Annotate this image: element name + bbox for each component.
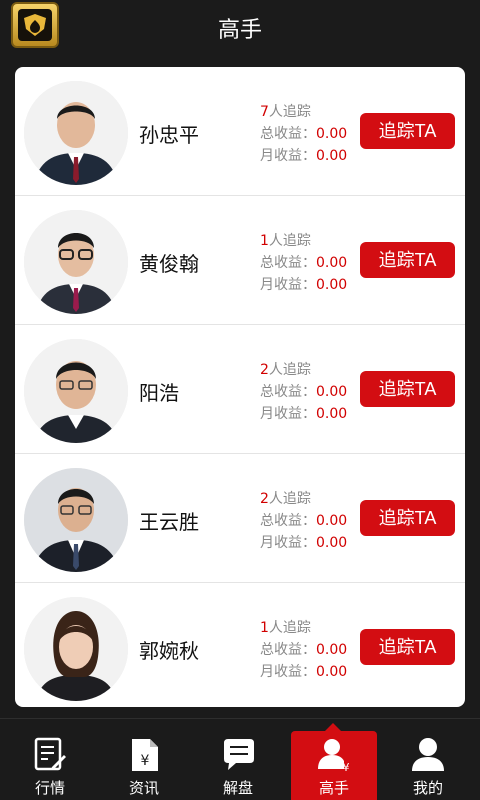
expert-stats: 2人追踪 总收益：0.00 月收益：0.00 xyxy=(260,488,347,554)
follower-count: 2 xyxy=(260,491,269,507)
followers-line: 2人追踪 xyxy=(260,488,347,510)
tab-label: 高手 xyxy=(318,779,349,797)
tab-label: 行情 xyxy=(34,779,65,797)
avatar xyxy=(24,597,128,701)
svg-text:¥: ¥ xyxy=(141,753,150,769)
follow-button[interactable]: 追踪TA xyxy=(360,242,455,278)
total-return-value: 0.00 xyxy=(316,255,348,271)
expert-icon: ¥ xyxy=(318,739,350,773)
expert-row[interactable]: 王云胜 2人追踪 总收益：0.00 月收益：0.00 追踪TA xyxy=(15,454,465,583)
monthly-return-value: 0.00 xyxy=(316,148,348,164)
followers-line: 1人追踪 xyxy=(260,230,347,252)
monthly-return-label: 月收益： xyxy=(260,406,316,422)
total-return-line: 总收益：0.00 xyxy=(260,252,347,274)
follower-count: 7 xyxy=(260,104,269,120)
top-bar: 高手 xyxy=(0,0,480,56)
quotes-icon xyxy=(34,737,66,771)
follower-count: 1 xyxy=(260,233,269,249)
follow-button[interactable]: 追踪TA xyxy=(360,113,455,149)
tab-label: 我的 xyxy=(412,779,443,797)
expert-stats: 2人追踪 总收益：0.00 月收益：0.00 xyxy=(260,359,347,425)
monthly-return-line: 月收益：0.00 xyxy=(260,145,347,167)
expert-name: 阳浩 xyxy=(139,381,179,405)
total-return-value: 0.00 xyxy=(316,513,348,529)
chat-icon xyxy=(224,739,254,770)
expert-list: 孙忠平 7人追踪 总收益：0.00 月收益：0.00 追踪TA 黄俊翰 1人追踪 xyxy=(15,67,465,707)
expert-stats: 1人追踪 总收益：0.00 月收益：0.00 xyxy=(260,230,347,296)
monthly-return-value: 0.00 xyxy=(316,277,348,293)
total-return-label: 总收益： xyxy=(260,513,316,529)
profile-icon xyxy=(412,738,444,771)
expert-stats: 1人追踪 总收益：0.00 月收益：0.00 xyxy=(260,617,347,683)
expert-row[interactable]: 孙忠平 7人追踪 总收益：0.00 月收益：0.00 追踪TA xyxy=(15,67,465,196)
followers-line: 7人追踪 xyxy=(260,101,347,123)
expert-name: 黄俊翰 xyxy=(139,252,199,276)
page-title: 高手 xyxy=(217,18,262,43)
tab-label: 解盘 xyxy=(222,779,253,797)
expert-row[interactable]: 黄俊翰 1人追踪 总收益：0.00 月收益：0.00 追踪TA xyxy=(15,196,465,325)
monthly-return-label: 月收益： xyxy=(260,277,316,293)
monthly-return-value: 0.00 xyxy=(316,535,348,551)
monthly-return-value: 0.00 xyxy=(316,406,348,422)
monthly-return-label: 月收益： xyxy=(260,148,316,164)
followers-suffix: 人追踪 xyxy=(268,620,311,636)
bottom-tab-bar: 行情 ¥ 资讯 解盘 ¥ 高手 我的 xyxy=(0,718,480,800)
followers-line: 1人追踪 xyxy=(260,617,347,639)
expert-stats: 7人追踪 总收益：0.00 月收益：0.00 xyxy=(260,101,347,167)
expert-name: 孙忠平 xyxy=(139,123,199,147)
avatar xyxy=(24,210,128,314)
total-return-line: 总收益：0.00 xyxy=(260,510,347,532)
followers-line: 2人追踪 xyxy=(260,359,347,381)
expert-name: 郭婉秋 xyxy=(139,639,199,663)
followers-suffix: 人追踪 xyxy=(268,362,311,378)
expert-row[interactable]: 阳浩 2人追踪 总收益：0.00 月收益：0.00 追踪TA xyxy=(15,325,465,454)
total-return-value: 0.00 xyxy=(316,642,348,658)
avatar xyxy=(24,81,128,185)
expert-name: 王云胜 xyxy=(139,510,199,534)
tab-label: 资讯 xyxy=(128,779,159,797)
total-return-label: 总收益： xyxy=(260,126,316,142)
total-return-value: 0.00 xyxy=(316,384,348,400)
monthly-return-label: 月收益： xyxy=(260,664,316,680)
follow-button[interactable]: 追踪TA xyxy=(360,371,455,407)
news-icon: ¥ xyxy=(132,739,158,771)
monthly-return-line: 月收益：0.00 xyxy=(260,532,347,554)
tab-analysis[interactable]: 解盘 xyxy=(196,731,280,800)
monthly-return-line: 月收益：0.00 xyxy=(260,403,347,425)
follower-count: 1 xyxy=(260,620,269,636)
total-return-label: 总收益： xyxy=(260,642,316,658)
tab-news[interactable]: ¥ 资讯 xyxy=(102,731,186,800)
followers-suffix: 人追踪 xyxy=(268,233,311,249)
monthly-return-label: 月收益： xyxy=(260,535,316,551)
avatar xyxy=(24,468,128,572)
total-return-line: 总收益：0.00 xyxy=(260,639,347,661)
tab-quotes[interactable]: 行情 xyxy=(8,731,92,800)
monthly-return-line: 月收益：0.00 xyxy=(260,274,347,296)
tab-experts[interactable]: ¥ 高手 xyxy=(291,731,377,800)
total-return-line: 总收益：0.00 xyxy=(260,381,347,403)
total-return-label: 总收益： xyxy=(260,255,316,271)
tab-profile[interactable]: 我的 xyxy=(386,731,470,800)
avatar xyxy=(24,339,128,443)
monthly-return-line: 月收益：0.00 xyxy=(260,661,347,683)
follow-button[interactable]: 追踪TA xyxy=(360,629,455,665)
svg-text:¥: ¥ xyxy=(343,761,350,773)
monthly-return-value: 0.00 xyxy=(316,664,348,680)
followers-suffix: 人追踪 xyxy=(268,491,311,507)
active-tab-indicator xyxy=(325,723,341,731)
expert-row[interactable]: 郭婉秋 1人追踪 总收益：0.00 月收益：0.00 追踪TA xyxy=(15,583,465,707)
follower-count: 2 xyxy=(260,362,269,378)
followers-suffix: 人追踪 xyxy=(268,104,311,120)
total-return-line: 总收益：0.00 xyxy=(260,123,347,145)
follow-button[interactable]: 追踪TA xyxy=(360,500,455,536)
total-return-value: 0.00 xyxy=(316,126,348,142)
total-return-label: 总收益： xyxy=(260,384,316,400)
